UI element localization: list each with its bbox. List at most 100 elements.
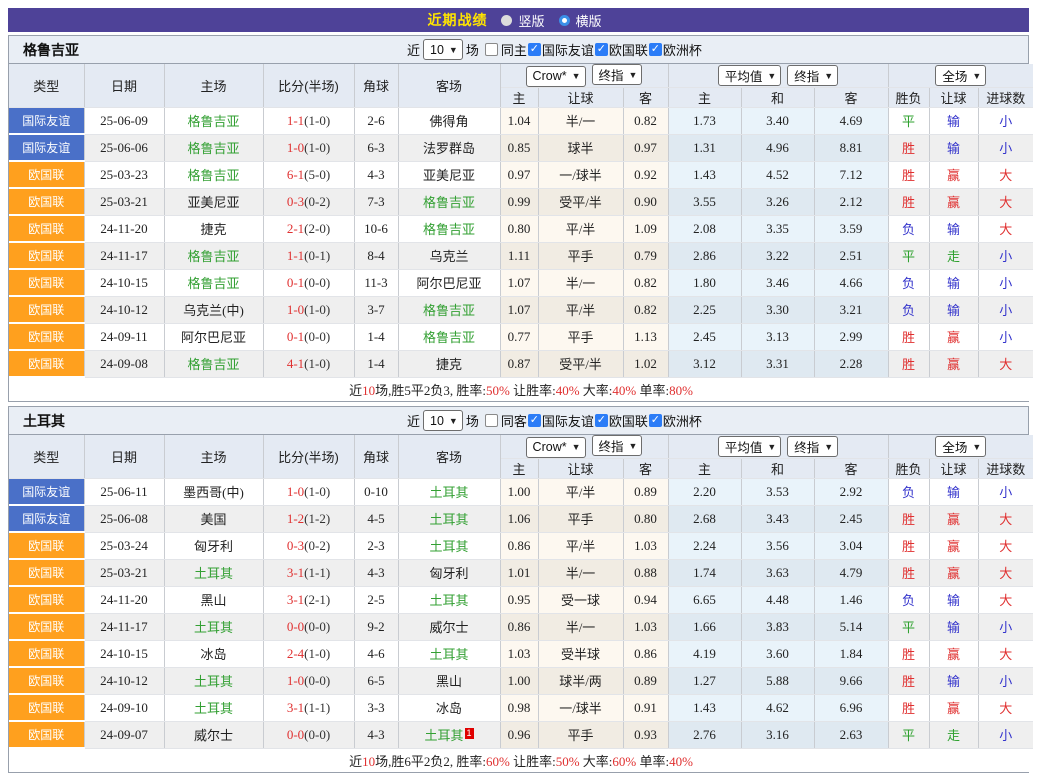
avg-away: 2.12: [814, 188, 888, 215]
match-date: 24-09-07: [84, 721, 164, 748]
avg-draw: 3.22: [741, 242, 814, 269]
odds-handicap: 一/球半: [538, 161, 623, 188]
chevron-down-icon: ▼: [972, 71, 981, 81]
nations-league-checkbox[interactable]: ✓: [595, 414, 608, 427]
full-match-select[interactable]: 全场▼: [935, 436, 986, 457]
average-select[interactable]: 平均值▼: [718, 436, 781, 457]
nations-league-label[interactable]: 欧国联: [609, 411, 648, 430]
corners: 4-6: [354, 640, 398, 667]
chevron-down-icon: ▼: [972, 442, 981, 452]
odds-handicap: 半/一: [538, 613, 623, 640]
title-bar: 近期战绩 竖版 横版: [8, 8, 1029, 32]
match-date: 25-06-06: [84, 134, 164, 161]
match-row: 欧国联 25-03-21 亚美尼亚 0-3(0-2) 7-3 格鲁吉亚 0.99…: [9, 188, 1033, 215]
result-goals: 小: [978, 134, 1033, 161]
same-venue-checkbox[interactable]: [485, 43, 498, 56]
friendly-checkbox[interactable]: ✓: [528, 43, 541, 56]
friendly-label[interactable]: 国际友谊: [542, 40, 594, 59]
col-header-score: 比分(半场): [263, 435, 354, 479]
result-goals: 小: [978, 323, 1033, 350]
score-cell: 1-0(1-0): [263, 479, 354, 506]
match-count-select[interactable]: 10▼: [423, 410, 463, 431]
page-title: 近期战绩: [427, 10, 487, 30]
odds-away: 1.03: [623, 613, 668, 640]
halftime-score: (0-1): [304, 248, 330, 263]
radio-vertical-label[interactable]: 竖版: [518, 11, 544, 30]
avg-home: 2.08: [668, 215, 741, 242]
radio-horizontal-label[interactable]: 横版: [576, 11, 602, 30]
avg-away: 4.66: [814, 269, 888, 296]
odds-away: 0.90: [623, 188, 668, 215]
fulltime-score: 1-1: [287, 113, 304, 128]
final-odds-select-1[interactable]: 终指▼: [592, 435, 643, 456]
results-table: 类型 日期 主场 比分(半场) 角球 客场 Crow*▼终指▼ 平均值▼终指▼ …: [9, 435, 1033, 772]
odds-away: 1.02: [623, 350, 668, 377]
away-team: 格鲁吉亚: [398, 296, 500, 323]
final-odds-select-2[interactable]: 终指▼: [787, 65, 838, 86]
avg-home: 1.66: [668, 613, 741, 640]
results-table: 类型 日期 主场 比分(半场) 角球 客场 Crow*▼终指▼ 平均值▼终指▼ …: [9, 64, 1033, 401]
full-match-select[interactable]: 全场▼: [935, 65, 986, 86]
odds-handicap: 受半球: [538, 640, 623, 667]
corners: 4-5: [354, 505, 398, 532]
radio-horizontal-layout[interactable]: [559, 15, 570, 26]
avg-home: 6.65: [668, 586, 741, 613]
match-row: 欧国联 24-09-08 格鲁吉亚 4-1(1-0) 1-4 捷克 0.87 受…: [9, 350, 1033, 377]
nations-league-label[interactable]: 欧国联: [609, 40, 648, 59]
radio-vertical-layout[interactable]: [501, 15, 512, 26]
match-count-select[interactable]: 10▼: [423, 39, 463, 60]
result-handicap: 走: [929, 721, 978, 748]
odds-home: 1.07: [500, 269, 538, 296]
result-handicap: 输: [929, 108, 978, 135]
result-handicap: 赢: [929, 161, 978, 188]
chevron-down-icon: ▼: [449, 45, 458, 55]
competition-badge: 欧国联: [9, 323, 84, 350]
bookmaker-select[interactable]: Crow*▼: [526, 437, 586, 458]
same-venue-label[interactable]: 同客: [501, 411, 527, 430]
col-header-odds-away: 客: [623, 88, 668, 108]
odds-home: 1.04: [500, 108, 538, 135]
friendly-checkbox[interactable]: ✓: [528, 414, 541, 427]
euro-label[interactable]: 欧洲杯: [663, 40, 702, 59]
away-team: 黑山: [398, 667, 500, 694]
competition-badge: 欧国联: [9, 694, 84, 721]
odds-handicap: 受平/半: [538, 188, 623, 215]
euro-checkbox[interactable]: ✓: [649, 43, 662, 56]
friendly-label[interactable]: 国际友谊: [542, 411, 594, 430]
avg-home: 1.74: [668, 559, 741, 586]
odds-away: 1.09: [623, 215, 668, 242]
same-venue-label[interactable]: 同主: [501, 40, 527, 59]
result-wdl: 胜: [888, 161, 929, 188]
match-date: 24-11-17: [84, 613, 164, 640]
bookmaker-select[interactable]: Crow*▼: [526, 66, 586, 87]
score-cell: 4-1(1-0): [263, 350, 354, 377]
result-handicap: 赢: [929, 323, 978, 350]
average-select[interactable]: 平均值▼: [718, 65, 781, 86]
home-team: 土耳其: [164, 559, 263, 586]
home-team: 美国: [164, 505, 263, 532]
col-header-avg-away: 客: [814, 459, 888, 479]
match-row: 欧国联 24-10-12 乌克兰(中) 1-0(1-0) 3-7 格鲁吉亚 1.…: [9, 296, 1033, 323]
col-header-away: 客场: [398, 64, 500, 108]
result-goals: 小: [978, 296, 1033, 323]
result-wdl: 胜: [888, 323, 929, 350]
avg-draw: 3.31: [741, 350, 814, 377]
odds-away: 0.93: [623, 721, 668, 748]
nations-league-checkbox[interactable]: ✓: [595, 43, 608, 56]
col-header-type: 类型: [9, 435, 84, 479]
result-wdl: 胜: [888, 640, 929, 667]
final-odds-select-1[interactable]: 终指▼: [592, 64, 643, 85]
halftime-score: (0-2): [304, 194, 330, 209]
euro-label[interactable]: 欧洲杯: [663, 411, 702, 430]
result-wdl: 胜: [888, 350, 929, 377]
odds-handicap: 半/一: [538, 559, 623, 586]
score-cell: 2-4(1-0): [263, 640, 354, 667]
euro-checkbox[interactable]: ✓: [649, 414, 662, 427]
avg-home: 2.25: [668, 296, 741, 323]
result-handicap: 赢: [929, 532, 978, 559]
home-team: 土耳其: [164, 667, 263, 694]
final-odds-select-2[interactable]: 终指▼: [787, 436, 838, 457]
avg-away: 2.28: [814, 350, 888, 377]
home-team: 威尔士: [164, 721, 263, 748]
same-venue-checkbox[interactable]: [485, 414, 498, 427]
